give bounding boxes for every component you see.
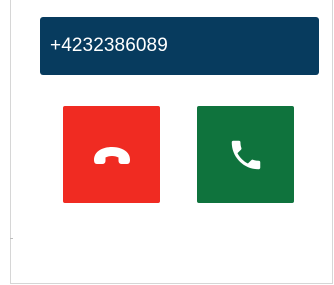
- hang-up-icon: [92, 145, 132, 165]
- accept-call-button[interactable]: [197, 106, 294, 203]
- decline-call-button[interactable]: [63, 106, 160, 203]
- frame-edge-mark: [10, 238, 13, 239]
- phone-number-text: +4232386089: [50, 35, 168, 56]
- phone-number-display: +4232386089: [40, 17, 319, 75]
- phone-icon: [227, 136, 265, 174]
